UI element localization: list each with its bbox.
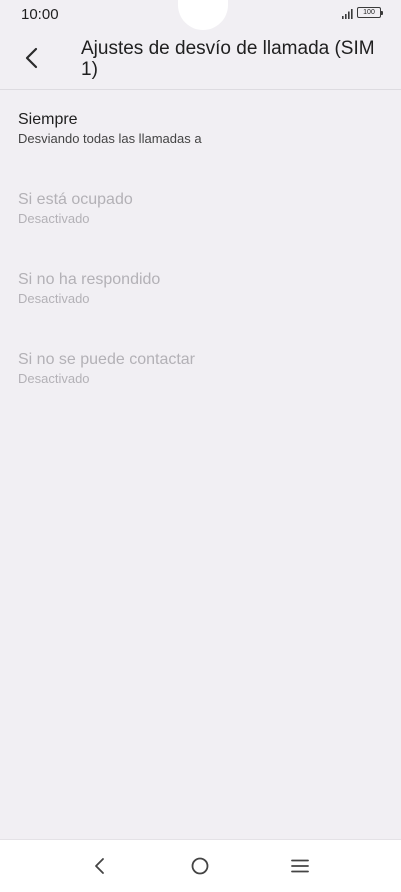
page-title-line1: Ajustes de desvío de llamada (SIM	[81, 38, 375, 59]
option-title: Si está ocupado	[18, 191, 133, 208]
forwarding-options-list: Siempre Desviando todas las llamadas a S…	[0, 100, 401, 420]
status-bar: 10:00 100	[0, 0, 401, 30]
back-button[interactable]	[16, 42, 48, 74]
option-subtitle: Desactivado	[18, 291, 90, 306]
header-divider	[0, 89, 401, 90]
option-subtitle: Desactivado	[18, 371, 90, 386]
call-forwarding-settings-screen: 10:00 100 Ajustes de desvío de llamada (…	[0, 0, 401, 892]
option-title: Siempre	[18, 111, 78, 128]
camera-notch	[178, 0, 228, 30]
page-title: Ajustes de desvío de llamada (SIM 1)	[81, 38, 381, 80]
nav-home-button[interactable]	[188, 854, 212, 878]
option-subtitle: Desviando todas las llamadas a	[18, 131, 202, 146]
option-always[interactable]: Siempre Desviando todas las llamadas a	[0, 100, 401, 180]
option-title: Si no se puede contactar	[18, 351, 196, 368]
nav-recents-button[interactable]	[288, 854, 312, 878]
nav-back-button[interactable]	[88, 854, 112, 878]
option-if-unanswered: Si no ha respondido Desactivado	[0, 260, 401, 340]
page-title-line2: 1)	[81, 59, 98, 80]
battery-icon: 100	[357, 7, 383, 18]
option-if-busy: Si está ocupado Desactivado	[0, 180, 401, 260]
back-icon	[95, 858, 104, 874]
chevron-left-icon	[25, 47, 38, 69]
option-title: Si no ha respondido	[18, 271, 161, 288]
status-time: 10:00	[21, 6, 59, 23]
option-subtitle: Desactivado	[18, 211, 90, 226]
battery-level: 100	[363, 9, 375, 16]
signal-icon	[342, 9, 353, 19]
app-header: Ajustes de desvío de llamada (SIM 1)	[0, 30, 401, 90]
system-nav-bar	[0, 839, 401, 892]
option-if-unreachable: Si no se puede contactar Desactivado	[0, 340, 401, 420]
home-icon	[191, 857, 209, 875]
recents-menu-icon	[291, 859, 309, 873]
